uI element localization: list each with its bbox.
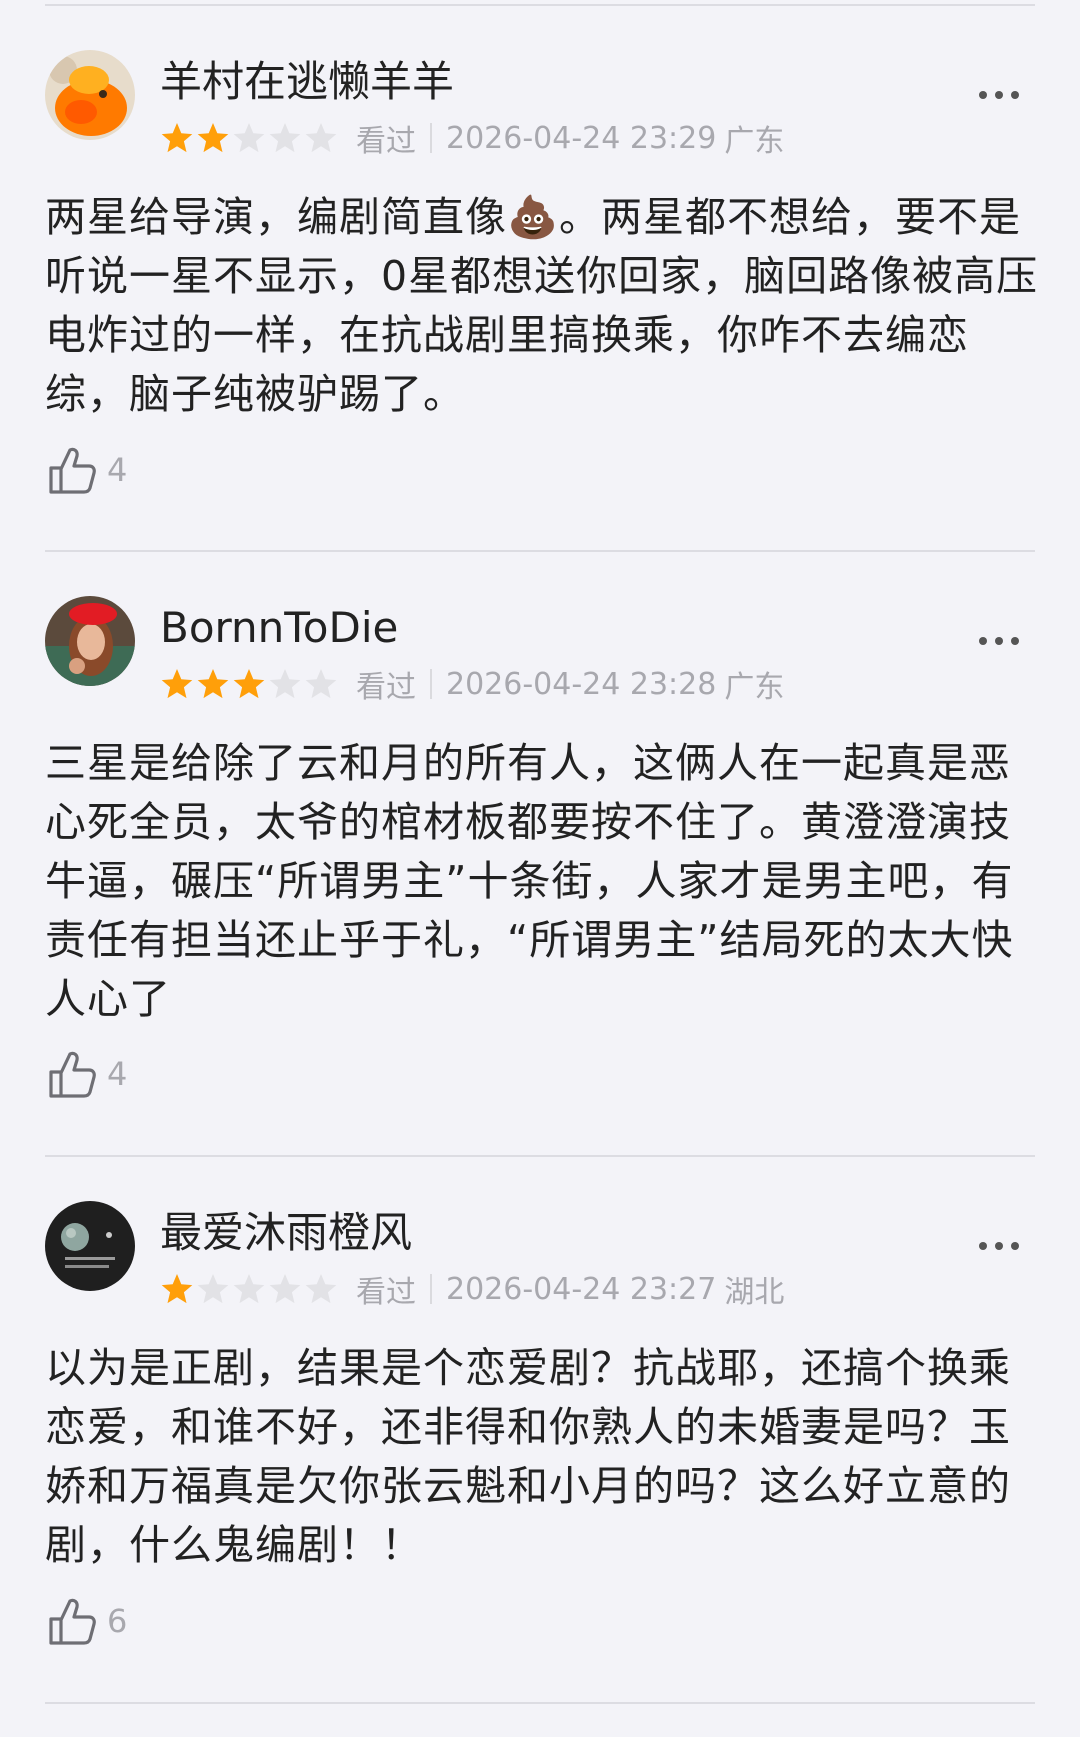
review-meta: 看过 2026-04-24 23:29 广东: [160, 118, 785, 159]
star-empty-icon: [233, 123, 265, 153]
dark-moon-avatar-icon: [45, 1201, 135, 1291]
more-options-icon[interactable]: [974, 626, 1024, 656]
review-meta: 看过 2026-04-24 23:28 广东: [160, 664, 785, 705]
more-options-icon[interactable]: [974, 80, 1024, 110]
like-button[interactable]: 4: [45, 1046, 127, 1102]
review-content: 三星是给除了云和月的所有人，这俩人在一起真是恶心死全员，太爷的棺材板都要按不住了…: [45, 739, 1014, 1023]
star-empty-icon: [305, 669, 337, 699]
star-rating: [160, 667, 340, 701]
thumbs-up-icon: [49, 447, 96, 494]
review-divider: [45, 550, 1035, 552]
star-filled-icon: [161, 669, 193, 699]
red-beret-portrait-avatar-icon: [45, 596, 135, 686]
star-empty-icon: [197, 1274, 229, 1304]
star-filled-icon: [161, 1274, 193, 1304]
star-filled-icon: [197, 669, 229, 699]
thumbs-up-icon: [49, 1598, 96, 1645]
timestamp: 2026-04-24 23:28: [446, 666, 717, 702]
star-filled-icon: [197, 123, 229, 153]
like-count: 4: [107, 451, 128, 489]
meta-divider: [430, 1274, 432, 1304]
star-empty-icon: [305, 123, 337, 153]
like-button[interactable]: 4: [45, 442, 127, 498]
like-button[interactable]: 6: [45, 1593, 127, 1649]
top-divider: [45, 4, 1035, 6]
thumbs-up-icon: [49, 1051, 96, 1098]
like-count: 6: [107, 1602, 128, 1640]
star-empty-icon: [269, 1274, 301, 1304]
review-content: 两星给导演，编剧简直像💩。两星都不想给，要不是听说一星不显示，0星都想送你回家，…: [45, 193, 1039, 418]
username[interactable]: 羊村在逃懒羊羊: [160, 56, 454, 108]
timestamp: 2026-04-24 23:29: [446, 120, 717, 156]
review-meta: 看过 2026-04-24 23:27 湖北: [160, 1269, 785, 1310]
avatar[interactable]: [45, 1201, 135, 1291]
meta-divider: [430, 669, 432, 699]
timestamp: 2026-04-24 23:27: [446, 1271, 717, 1307]
star-empty-icon: [233, 1274, 265, 1304]
star-filled-icon: [161, 123, 193, 153]
review-content: 以为是正剧，结果是个恋爱剧？抗战耶，还搞个换乘恋爱，和谁不好，还非得和你熟人的未…: [45, 1344, 1011, 1569]
location: 广东: [724, 124, 785, 159]
star-rating: [160, 121, 340, 155]
star-empty-icon: [305, 1274, 337, 1304]
review-divider: [45, 1155, 1035, 1157]
meta-divider: [430, 123, 432, 153]
star-rating: [160, 1272, 340, 1306]
watch-status: 看过: [356, 1275, 416, 1310]
username[interactable]: 最爱沐雨橙风: [160, 1207, 412, 1259]
watch-status: 看过: [356, 670, 416, 705]
avatar[interactable]: [45, 596, 135, 686]
location: 广东: [724, 670, 785, 705]
star-empty-icon: [269, 669, 301, 699]
username[interactable]: BornnToDie: [160, 602, 398, 654]
like-count: 4: [107, 1055, 128, 1093]
orange-cartoon-avatar-icon: [45, 50, 135, 140]
star-empty-icon: [269, 123, 301, 153]
location: 湖北: [724, 1275, 785, 1310]
avatar[interactable]: [45, 50, 135, 140]
star-filled-icon: [233, 669, 265, 699]
review-divider: [45, 1702, 1035, 1704]
watch-status: 看过: [356, 124, 416, 159]
more-options-icon[interactable]: [974, 1231, 1024, 1261]
